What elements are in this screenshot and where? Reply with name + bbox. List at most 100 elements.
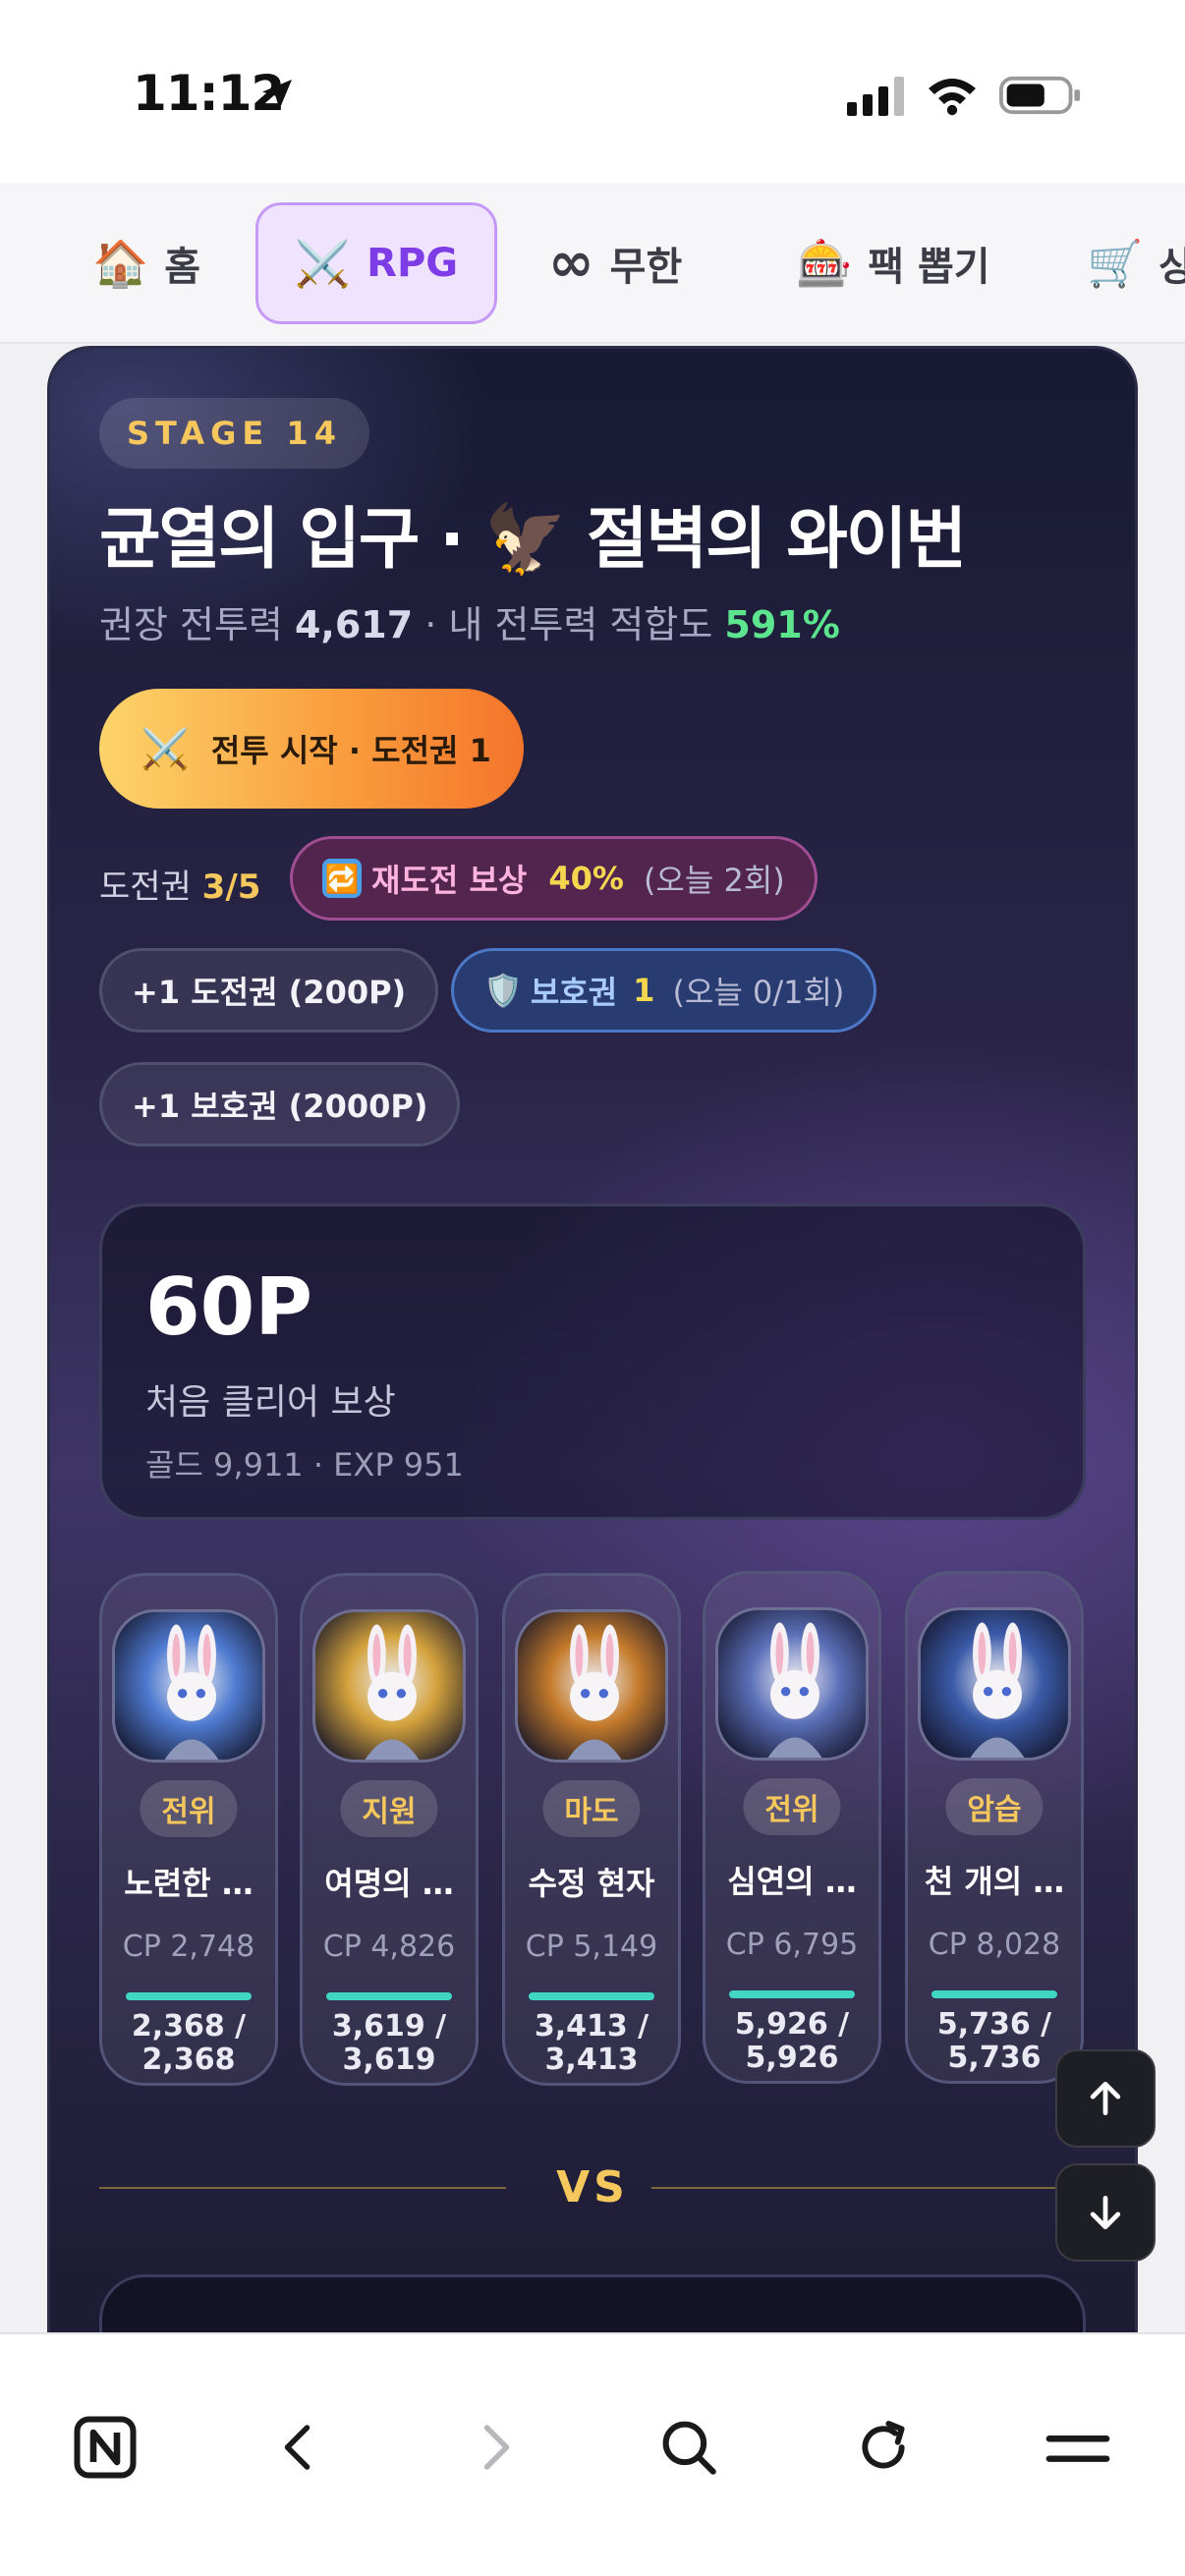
scroll-up-button[interactable]	[1055, 2049, 1156, 2148]
buy-shield-button[interactable]: +1 보호권 (2000P)	[99, 1062, 461, 1147]
hero-name: 천 개의 …	[924, 1863, 1065, 1900]
hero-role-badge: 마도	[542, 1780, 641, 1837]
ticket-count: 도전권 3/5	[99, 860, 260, 908]
tab-rpg[interactable]: ⚔️ RPG	[255, 202, 497, 324]
shield-label: 보호권	[530, 974, 618, 1011]
slot-machine-icon: 🎰	[796, 237, 853, 290]
hero-portrait	[312, 1609, 466, 1763]
browser-toolbar	[0, 2332, 1185, 2576]
hero-card[interactable]: 전위 노련한 … CP 2,748 2,368 /2,368	[99, 1573, 278, 2086]
hero-hp-fill	[326, 1992, 452, 2000]
recommended-power-value: 4,617	[294, 603, 414, 646]
search-icon[interactable]	[645, 2403, 733, 2492]
forward-icon[interactable]	[450, 2403, 538, 2492]
vs-divider-right	[651, 2187, 1086, 2189]
shield-note: (오늘 0/1회)	[672, 974, 845, 1011]
tab-label: 무한	[609, 245, 683, 290]
reload-icon[interactable]	[839, 2403, 928, 2492]
hero-combat-power: CP 8,028	[928, 1928, 1061, 1962]
hero-portrait	[515, 1609, 668, 1763]
hero-hp-current: 3,413 /	[534, 2009, 649, 2044]
shield-count: 1	[633, 972, 655, 1009]
start-battle-button[interactable]: ⚔️ 전투 시작 · 도전권 1	[99, 689, 524, 809]
hero-name: 여명의 …	[324, 1865, 454, 1902]
stage-badge: STAGE 14	[99, 398, 369, 469]
infinity-icon: ∞	[548, 231, 594, 295]
rabbit-hero-icon	[115, 1612, 262, 1760]
stage-card: STAGE 14 균열의 입구 · 🦅 절벽의 와이번 권장 전투력 4,617…	[47, 346, 1138, 2389]
hero-hp-fill	[931, 1990, 1057, 1998]
hero-hp: 3,619 /3,619	[303, 2010, 476, 2077]
reward-detail: 골드 9,911 · EXP 951	[145, 1446, 464, 1484]
nav-tab-bar: 🏠 홈 ⚔️ RPG ∞ 무한 🎰 팩 뽑기 🛒 상	[0, 183, 1185, 344]
tab-label: 홈	[164, 245, 201, 290]
hero-card[interactable]: 마도수정 현자 CP 5,149 3,413 /3,413	[502, 1573, 681, 2086]
retry-reward-note: (오늘 2회)	[643, 862, 785, 899]
retry-reward-value: 40%	[548, 860, 624, 897]
hero-hp-bar	[529, 1992, 654, 2000]
hero-hp-fill	[126, 1992, 252, 2000]
hero-card[interactable]: 전위 심연의 … CP 6,795 5,926 /5,926	[703, 1571, 881, 2084]
hero-role-badge: 암습	[945, 1778, 1044, 1835]
hero-hp-bar	[326, 1992, 452, 2000]
wifi-icon	[929, 79, 976, 116]
hero-hp-max: 5,926	[745, 2041, 839, 2075]
hero-name: 수정 현자	[528, 1865, 655, 1902]
hero-combat-power: CP 2,748	[122, 1930, 255, 1964]
notion-app-icon[interactable]	[61, 2403, 149, 2492]
hero-combat-power: CP 4,826	[322, 1930, 456, 1964]
stage-title: 균열의 입구 · 🦅 절벽의 와이번	[99, 501, 967, 579]
hero-combat-power: CP 6,795	[725, 1928, 859, 1962]
hero-hp-current: 5,736 /	[936, 2007, 1052, 2042]
tab-home[interactable]: 🏠 홈	[65, 202, 228, 324]
rabbit-hero-icon	[921, 1610, 1068, 1758]
house-icon: 🏠	[92, 237, 149, 290]
buy-ticket-button[interactable]: +1 도전권 (200P)	[99, 948, 439, 1033]
hero-hp-bar	[729, 1990, 855, 1998]
rabbit-hero-icon	[315, 1612, 463, 1760]
hero-hp-max: 3,619	[342, 2043, 436, 2077]
hero-card[interactable]: 암습 천 개의 … CP 8,028 5,736 /5,736	[905, 1571, 1084, 2084]
hero-name: 심연의 …	[727, 1863, 857, 1900]
scroll-down-button[interactable]	[1055, 2163, 1156, 2262]
crossed-swords-icon: ⚔️	[294, 237, 352, 290]
hero-portrait	[715, 1607, 869, 1761]
rabbit-hero-icon	[718, 1610, 866, 1758]
hero-hp-current: 5,926 /	[734, 2007, 850, 2042]
hero-role-badge: 전위	[140, 1780, 238, 1837]
hero-portrait	[918, 1607, 1071, 1761]
back-icon[interactable]	[255, 2403, 344, 2492]
tab-label: RPG	[367, 241, 459, 286]
shield-badge: 🛡️ 보호권 1 (오늘 0/1회)	[451, 948, 877, 1033]
hero-hp: 2,368 /2,368	[102, 2010, 275, 2077]
hero-hp-bar	[126, 1992, 252, 2000]
hero-card[interactable]: 지원여명의 … CP 4,826 3,619 /3,619	[300, 1573, 479, 2086]
rabbit-hero-icon	[518, 1612, 665, 1760]
recommended-power-label: 권장 전투력	[99, 603, 295, 646]
fit-label: · 내 전투력 적합도	[413, 603, 725, 646]
cart-icon: 🛒	[1087, 237, 1144, 290]
tab-shop[interactable]: 🛒 상	[1059, 202, 1185, 324]
hero-hp-max: 3,413	[544, 2043, 639, 2077]
arrow-down-icon	[1090, 2195, 1121, 2230]
hero-hp-fill	[729, 1990, 855, 1998]
hero-role-badge: 지원	[340, 1780, 438, 1837]
reward-points: 60P	[145, 1261, 312, 1353]
battery-icon	[999, 76, 1081, 115]
status-bar: 11:12	[0, 0, 1185, 183]
hero-portrait	[112, 1609, 265, 1763]
cellular-signal-icon	[847, 77, 904, 116]
ticket-count-value: 3/5	[201, 868, 261, 907]
hero-hp-bar	[931, 1990, 1057, 1998]
menu-icon[interactable]	[1034, 2403, 1122, 2492]
tab-infinite[interactable]: ∞ 무한	[521, 202, 709, 324]
hero-combat-power: CP 5,149	[525, 1930, 658, 1964]
hero-hp-current: 2,368 /	[131, 2009, 247, 2044]
stage-subtitle: 권장 전투력 4,617 · 내 전투력 적합도 591%	[99, 594, 840, 648]
first-clear-reward: 60P 처음 클리어 보상 골드 9,911 · EXP 951	[99, 1204, 1086, 1520]
crossed-swords-icon: ⚔️	[141, 726, 190, 772]
start-battle-label: 전투 시작 · 도전권 1	[210, 732, 491, 769]
tab-label: 팩 뽑기	[868, 245, 990, 290]
hero-hp: 3,413 /3,413	[505, 2010, 678, 2077]
tab-pack-draw[interactable]: 🎰 팩 뽑기	[768, 202, 1018, 324]
